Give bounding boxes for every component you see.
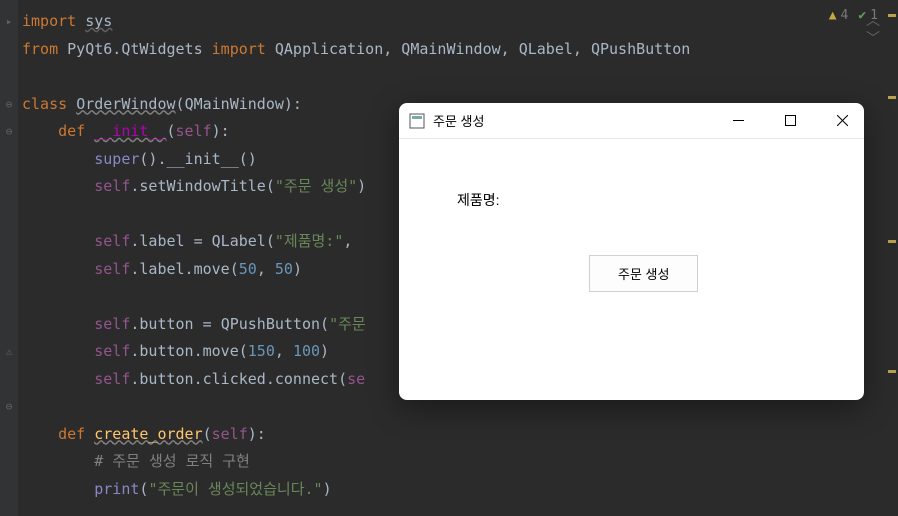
minimap-mark <box>888 240 896 243</box>
keyword: import <box>22 12 76 30</box>
self: self <box>94 370 130 388</box>
maximize-button[interactable] <box>778 109 802 133</box>
number: 100 <box>293 342 320 360</box>
minimap-mark <box>888 370 896 373</box>
window-titlebar[interactable]: 주문 생성 <box>399 103 864 139</box>
fold-icon[interactable]: ⊖ <box>0 91 18 119</box>
class: QPushButton <box>221 315 320 333</box>
arg: se <box>347 370 365 388</box>
fold-icon[interactable] <box>0 36 18 64</box>
method: setWindowTitle <box>139 177 265 195</box>
param: self <box>176 122 212 140</box>
string: "주문 <box>329 315 366 333</box>
product-name-label: 제품명: <box>457 190 500 210</box>
string: "주문이 생성되었습니다." <box>148 480 322 498</box>
attr: button <box>139 315 193 333</box>
app-icon <box>409 113 425 129</box>
keyword: class <box>22 95 67 113</box>
string: "제품명:" <box>275 232 344 250</box>
imports: QApplication, QMainWindow, QLabel, QPush… <box>275 40 690 58</box>
method: button.clicked.connect <box>139 370 338 388</box>
chevron-down-icon[interactable]: ﹀ <box>866 28 880 48</box>
keyword: def <box>58 122 85 140</box>
warning-icon[interactable]: ⚠ <box>0 338 18 366</box>
self: self <box>94 177 130 195</box>
self: self <box>94 315 130 333</box>
minimize-button[interactable] <box>726 109 750 133</box>
method-name: __init__ <box>94 122 166 140</box>
window-title: 주문 생성 <box>433 111 484 130</box>
builtin: super <box>94 150 139 168</box>
minimap-mark <box>888 96 896 99</box>
module: sys <box>85 12 112 30</box>
comment: # 주문 생성 로직 구현 <box>94 452 250 470</box>
self: self <box>94 260 130 278</box>
self: self <box>94 232 130 250</box>
keyword: from <box>22 40 58 58</box>
chevron-up-icon[interactable]: ︿ <box>866 10 880 30</box>
builtin: print <box>94 480 139 498</box>
number: 50 <box>275 260 293 278</box>
app-window: 주문 생성 제품명: 주문 생성 <box>399 103 864 400</box>
warning-triangle-icon: ▲ <box>829 8 837 23</box>
method-name: create_order <box>94 425 202 443</box>
class: QLabel <box>212 232 266 250</box>
param: self <box>212 425 248 443</box>
fold-icon[interactable]: ⊖ <box>0 393 18 421</box>
fold-icon[interactable]: ⊖ <box>0 118 18 146</box>
base-class: QMainWindow <box>185 95 284 113</box>
fold-icon[interactable]: ▸ <box>0 8 18 36</box>
keyword: def <box>58 425 85 443</box>
self: self <box>94 342 130 360</box>
string: "주문 생성" <box>275 177 357 195</box>
window-body: 제품명: 주문 생성 <box>399 139 864 400</box>
warnings-indicator[interactable]: ▲ 4 <box>829 8 849 23</box>
warnings-count: 4 <box>841 8 849 23</box>
scrollbar-minimap[interactable] <box>886 0 898 516</box>
module: PyQt6.QtWidgets <box>67 40 202 58</box>
create-order-button[interactable]: 주문 생성 <box>589 255 698 292</box>
gutter: ▸ ⊖ ⊖ ⚠ ⊖ <box>0 0 18 516</box>
close-button[interactable] <box>830 109 854 133</box>
method: __init__ <box>167 150 239 168</box>
method: label.move <box>139 260 229 278</box>
checkmark-icon: ✔ <box>858 8 866 23</box>
minimap-mark <box>888 14 896 17</box>
method: button.move <box>139 342 238 360</box>
number: 150 <box>248 342 275 360</box>
number: 50 <box>239 260 257 278</box>
class-name: OrderWindow <box>76 95 175 113</box>
attr: label <box>139 232 184 250</box>
keyword: import <box>212 40 266 58</box>
